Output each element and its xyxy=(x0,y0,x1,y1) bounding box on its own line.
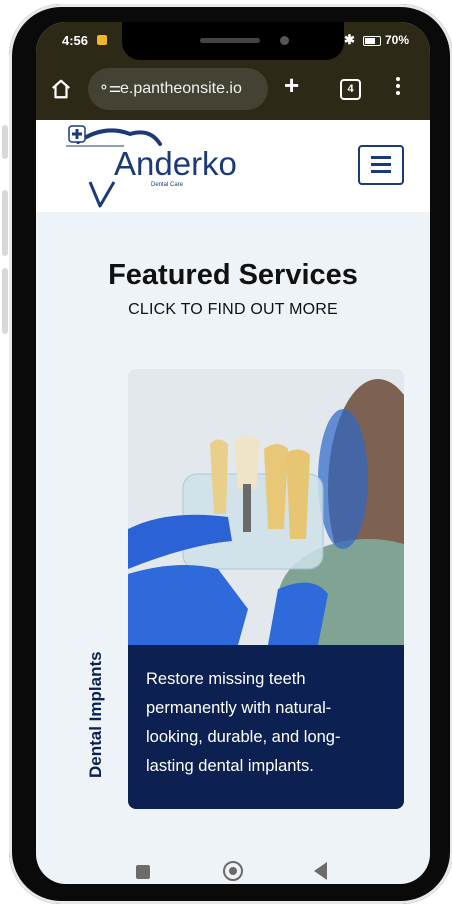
site-settings-icon[interactable]: ⚬⚌ xyxy=(98,79,121,96)
anderko-logo[interactable]: Anderko Dental Care xyxy=(64,120,237,212)
battery-level: 70% xyxy=(385,33,410,47)
tab-switcher-icon[interactable]: 4 xyxy=(340,79,361,100)
back-nav-icon[interactable] xyxy=(314,862,327,880)
phone-volume-down xyxy=(2,268,8,334)
status-bar: 4:56 ✱ 70% xyxy=(36,22,430,60)
dental-implant-photo xyxy=(128,369,404,659)
url-text[interactable]: e.pantheonsite.io xyxy=(120,80,242,98)
bluetooth-icon: ✱ xyxy=(344,32,355,47)
logo-wordmark: Anderko xyxy=(114,145,237,182)
status-time: 4:56 xyxy=(62,33,89,48)
service-description: Restore missing teeth permanently with n… xyxy=(146,670,341,775)
phone-screen: 4:56 ✱ 70% ⚬⚌ e.pantheonsite.io + 4 Ande… xyxy=(36,22,430,884)
address-bar[interactable]: ⚬⚌ e.pantheonsite.io xyxy=(88,68,268,110)
battery-icon xyxy=(363,36,381,46)
service-card-body: Restore missing teeth permanently with n… xyxy=(128,645,404,809)
browser-toolbar: ⚬⚌ e.pantheonsite.io + 4 xyxy=(36,60,430,120)
speaker-grille xyxy=(200,38,260,43)
phone-volume-up xyxy=(2,190,8,256)
home-nav-icon[interactable] xyxy=(223,861,243,881)
home-icon[interactable] xyxy=(50,78,72,100)
recents-nav-icon[interactable] xyxy=(136,865,150,879)
logo-tagline: Dental Care xyxy=(151,182,184,188)
service-label[interactable]: Dental Implants xyxy=(86,651,106,778)
more-menu-icon[interactable] xyxy=(396,77,400,98)
camera-notch xyxy=(122,22,344,60)
featured-services-title: Featured Services xyxy=(108,259,358,291)
service-card-dental-implants[interactable]: Restore missing teeth permanently with n… xyxy=(128,369,404,809)
site-header: Anderko Dental Care xyxy=(36,120,430,212)
android-nav-bar xyxy=(36,848,430,884)
front-camera xyxy=(280,36,289,45)
notification-icon xyxy=(97,35,107,45)
phone-side-button xyxy=(2,125,8,159)
hamburger-menu-icon[interactable] xyxy=(358,145,404,185)
new-tab-icon[interactable]: + xyxy=(284,72,299,98)
featured-services-subtitle: CLICK TO FIND OUT MORE xyxy=(128,301,338,318)
